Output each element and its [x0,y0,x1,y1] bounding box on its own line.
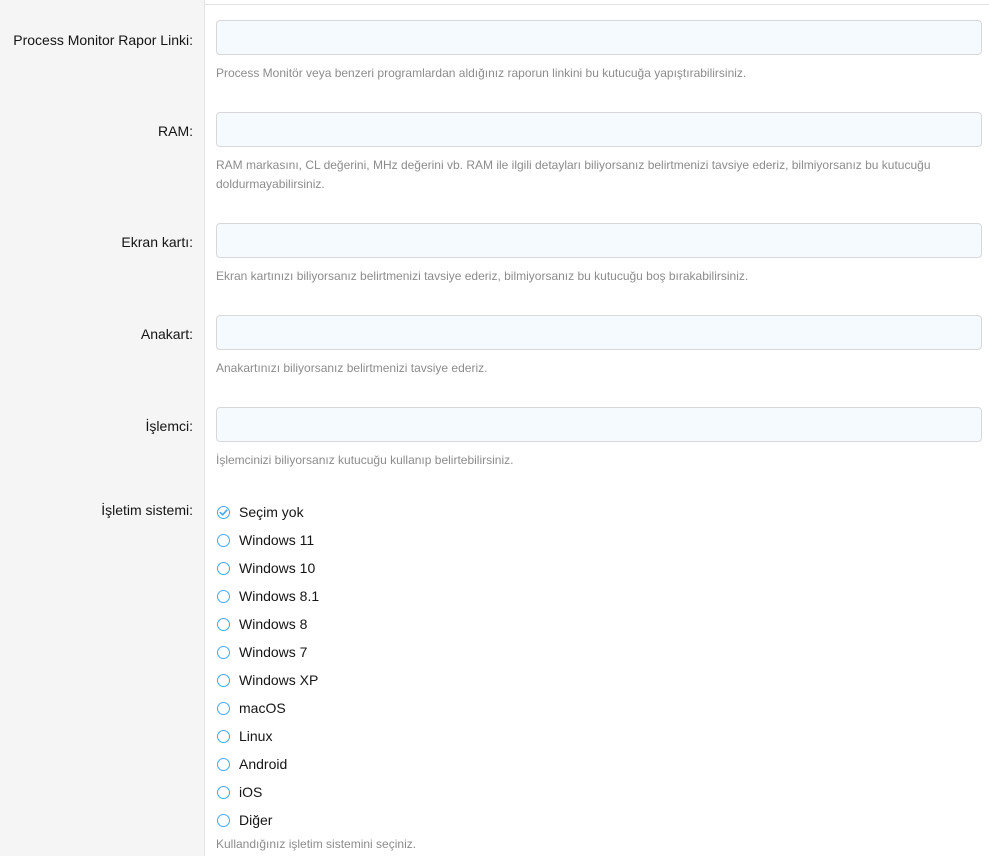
radio-unchecked-icon [217,645,230,659]
radio-unchecked-icon [217,589,230,603]
radio-label: Windows XP [239,672,319,688]
os-radio-group: Seçim yok Windows 11 Windows 10 Windows … [216,498,319,834]
process-monitor-hint: Process Monitör veya benzeri programlard… [216,66,747,80]
os-option-other[interactable]: Diğer [216,806,319,834]
radio-label: macOS [239,700,286,716]
radio-label: Android [239,756,288,772]
motherboard-hint: Anakartınızı biliyorsanız belirtmenizi t… [216,361,488,375]
os-option-ios[interactable]: iOS [216,778,319,806]
ram-label: RAM: [158,123,193,139]
radio-unchecked-icon [217,617,230,631]
os-option-linux[interactable]: Linux [216,722,319,750]
os-option-windows-8[interactable]: Windows 8 [216,610,319,638]
ram-hint: RAM markasını, CL değerini, MHz değerini… [216,158,931,191]
radio-label: Linux [239,728,273,744]
radio-unchecked-icon [217,813,230,827]
radio-label: Windows 7 [239,644,308,660]
radio-label: Windows 8.1 [239,588,320,604]
radio-label: Windows 10 [239,560,316,576]
radio-unchecked-icon [217,673,230,687]
cpu-label: İşlemci: [145,418,193,434]
ram-input[interactable] [216,112,982,147]
os-label: İşletim sistemi: [101,502,193,518]
os-option-windows-11[interactable]: Windows 11 [216,526,319,554]
os-option-android[interactable]: Android [216,750,319,778]
radio-unchecked-icon [217,701,230,715]
top-divider [204,4,989,5]
radio-unchecked-icon [217,729,230,743]
motherboard-label: Anakart: [140,326,193,342]
motherboard-input[interactable] [216,315,982,350]
cpu-hint: İşlemcinizi biliyorsanız kutucuğu kullan… [216,453,514,467]
os-option-macos[interactable]: macOS [216,694,319,722]
os-option-windows-10[interactable]: Windows 10 [216,554,319,582]
radio-label: Windows 8 [239,616,308,632]
radio-checked-icon [217,505,230,519]
process-monitor-input[interactable] [216,20,982,55]
gpu-input[interactable] [216,223,982,258]
cpu-input[interactable] [216,407,982,442]
process-monitor-label: Process Monitor Rapor Linki: [13,32,193,48]
radio-unchecked-icon [217,561,230,575]
radio-label: Seçim yok [239,504,304,520]
radio-unchecked-icon [217,757,230,771]
radio-label: iOS [239,784,263,800]
radio-label: Diğer [239,812,273,828]
os-option-windows-8-1[interactable]: Windows 8.1 [216,582,319,610]
os-option-none[interactable]: Seçim yok [216,498,319,526]
os-option-windows-xp[interactable]: Windows XP [216,666,319,694]
os-option-windows-7[interactable]: Windows 7 [216,638,319,666]
os-hint: Kullandığınız işletim sistemini seçiniz. [216,837,417,851]
radio-unchecked-icon [217,533,230,547]
radio-label: Windows 11 [239,532,315,548]
gpu-label: Ekran kartı: [121,234,193,250]
gpu-hint: Ekran kartınızı biliyorsanız belirtmeniz… [216,269,749,283]
radio-unchecked-icon [217,785,230,799]
